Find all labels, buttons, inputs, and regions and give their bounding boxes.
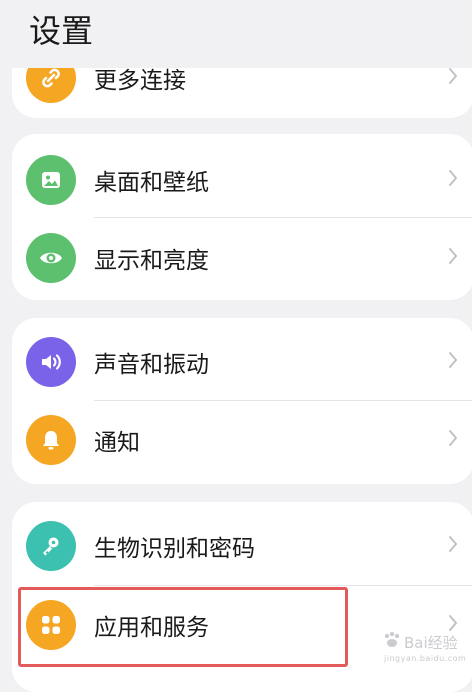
paw-logo-icon (384, 631, 400, 647)
settings-card-sound: 声音和振动 通知 (12, 318, 472, 484)
settings-item-label: 生物识别和密码 (94, 536, 255, 562)
watermark-url: jingyan.baidu.com (384, 654, 467, 663)
speaker-icon (26, 337, 76, 387)
watermark: Bai经验 jingyan.baidu.com (382, 628, 472, 672)
eye-icon (26, 233, 76, 283)
chevron-right-icon (448, 67, 458, 89)
settings-item-label: 桌面和壁纸 (94, 170, 209, 196)
chevron-right-icon (448, 247, 458, 269)
bell-icon (26, 415, 76, 465)
settings-item-label: 声音和振动 (94, 352, 209, 378)
header: 设置 (0, 0, 472, 68)
settings-card-display: 桌面和壁纸 显示和亮度 (12, 134, 472, 300)
key-icon (26, 521, 76, 571)
settings-item-desktop-wallpaper[interactable]: 桌面和壁纸 (12, 140, 472, 220)
apps-grid-icon (26, 600, 76, 650)
settings-item-label: 应用和服务 (94, 615, 209, 641)
page-title: 设置 (29, 12, 94, 50)
settings-item-label: 通知 (94, 430, 140, 456)
chevron-right-icon (448, 535, 458, 557)
settings-item-display-brightness[interactable]: 显示和亮度 (12, 218, 472, 298)
chevron-right-icon (448, 169, 458, 191)
settings-item-sound-vibration[interactable]: 声音和振动 (12, 322, 472, 402)
chevron-right-icon (448, 429, 458, 451)
chevron-right-icon (448, 351, 458, 373)
settings-item-label: 显示和亮度 (94, 248, 209, 274)
settings-item-notifications[interactable]: 通知 (12, 400, 472, 480)
image-icon (26, 155, 76, 205)
watermark-text: Bai经验 (404, 634, 458, 652)
settings-item-biometrics-password[interactable]: 生物识别和密码 (12, 506, 472, 586)
